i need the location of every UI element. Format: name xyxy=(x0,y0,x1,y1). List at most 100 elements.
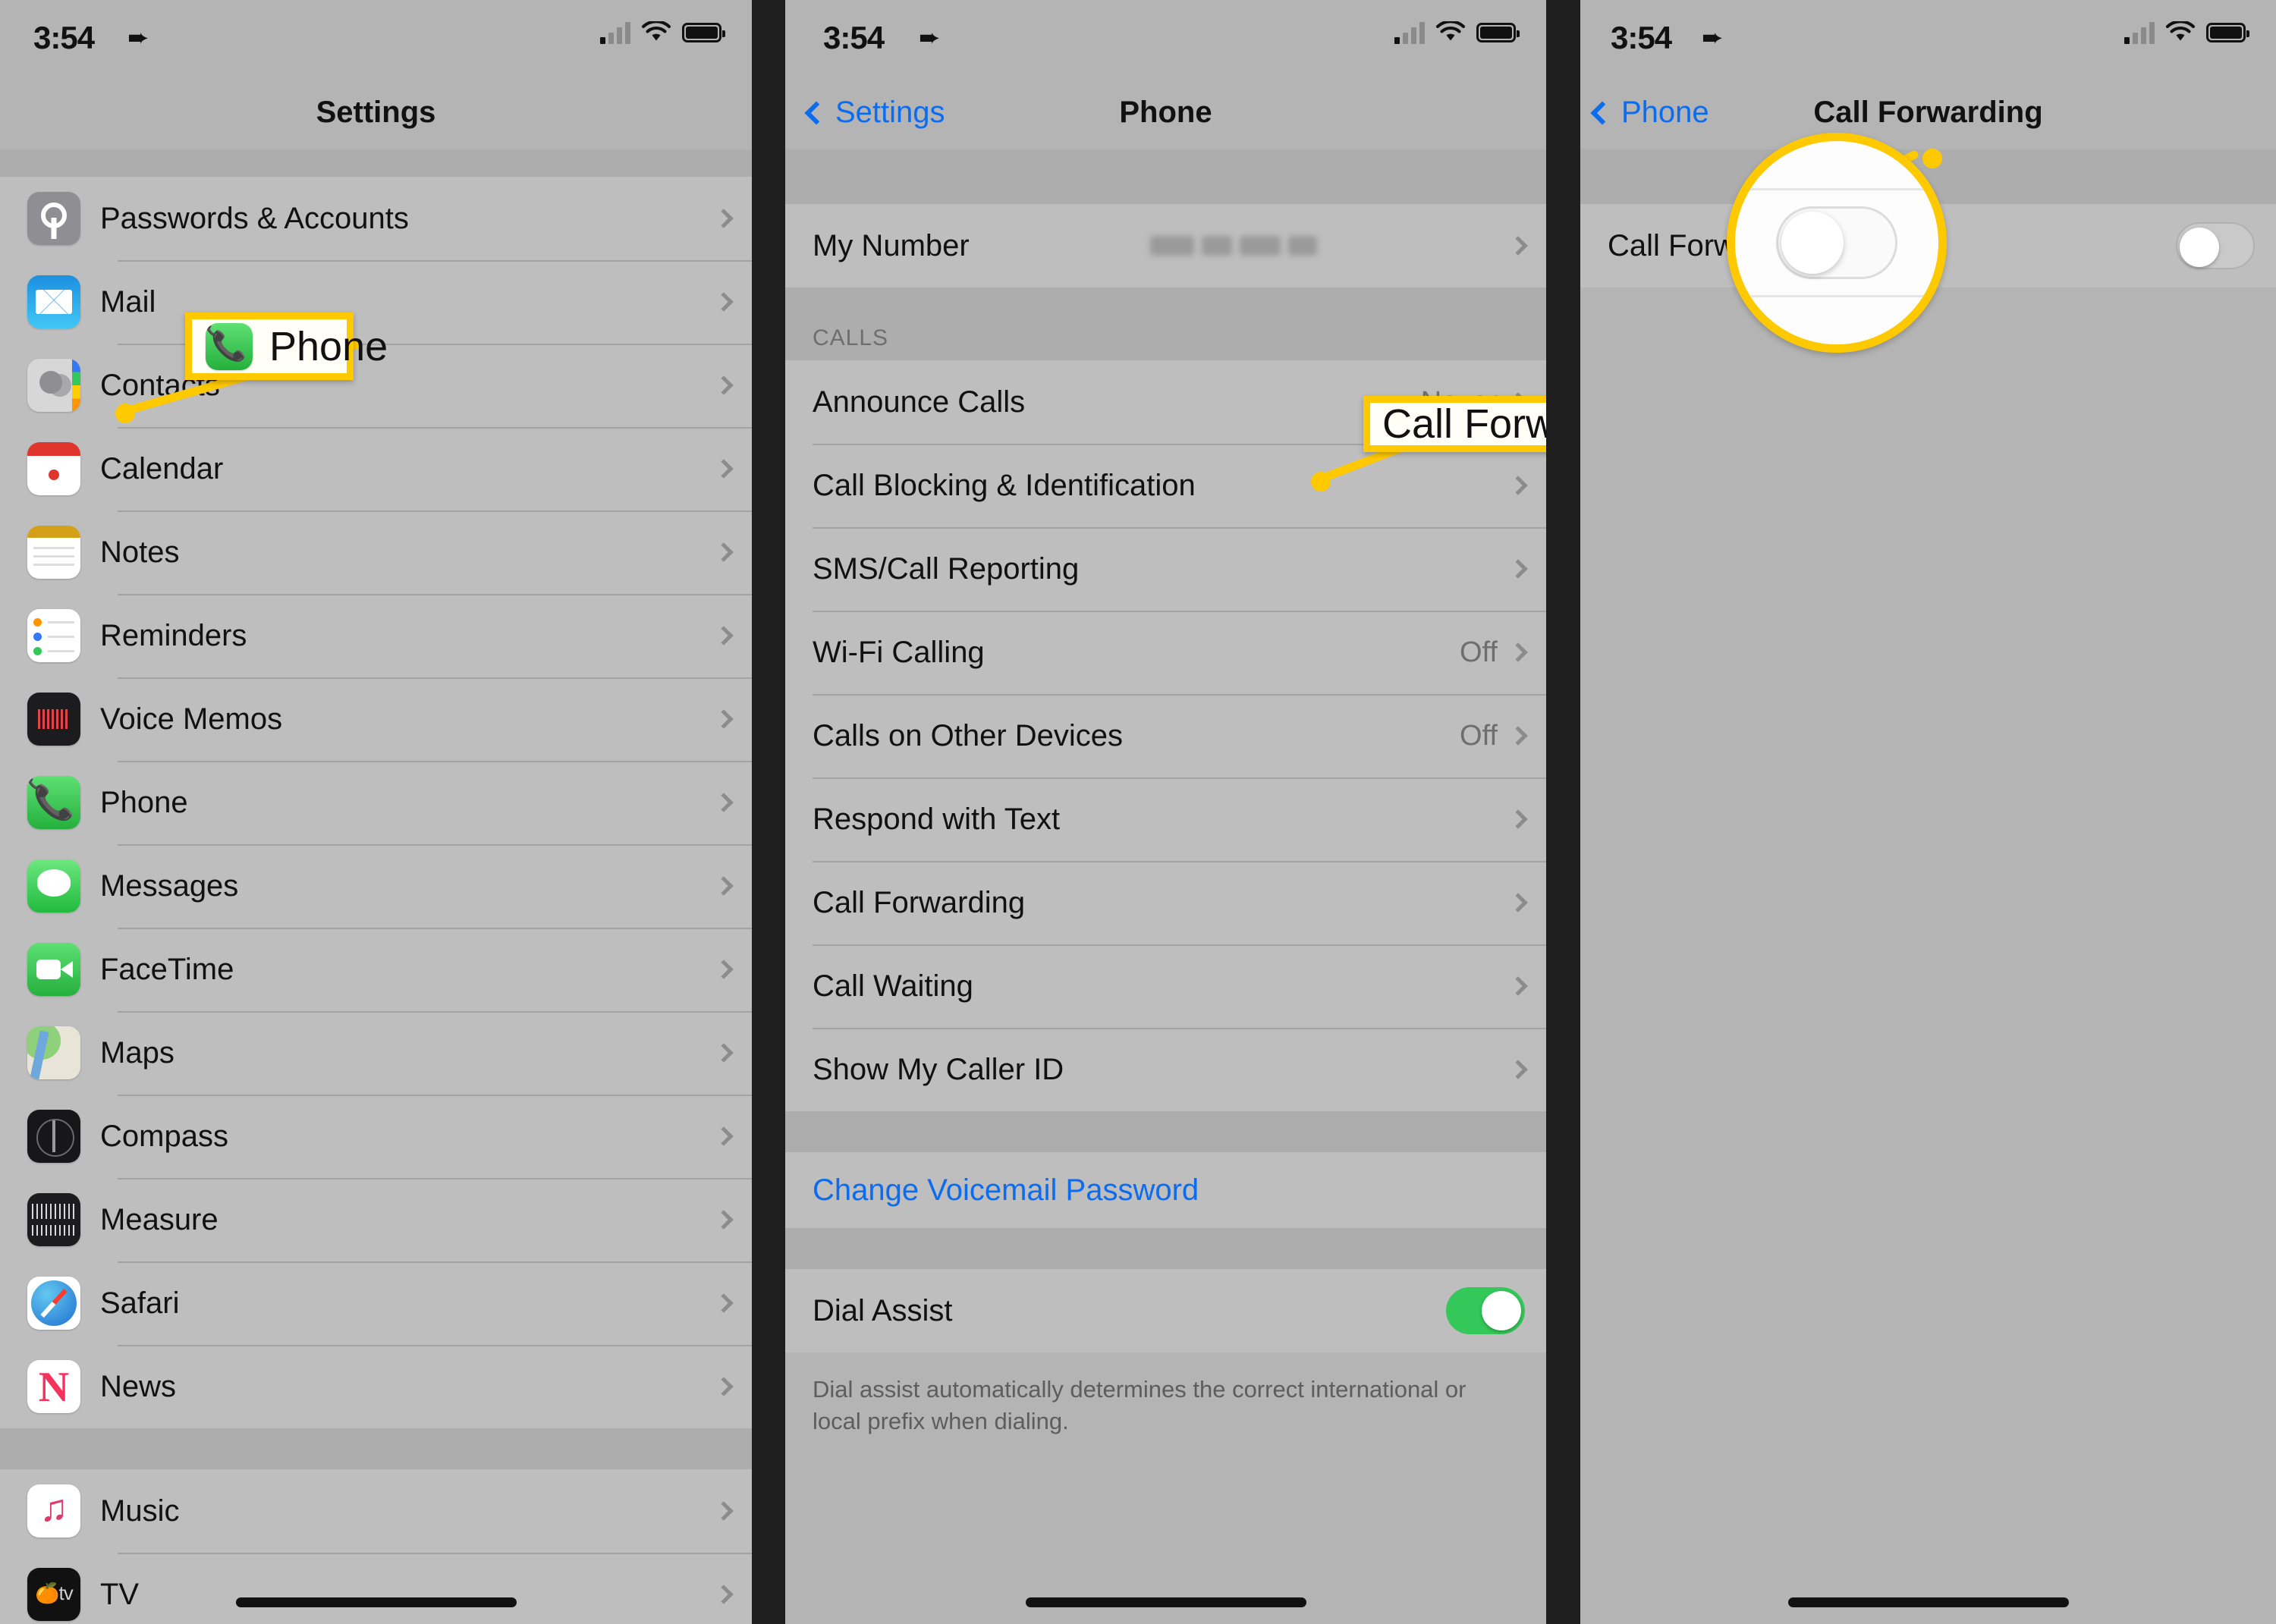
nav-bar-call-forwarding: Phone Call Forwarding xyxy=(1580,85,2276,149)
phone-screen-call-forwarding: 3:54 ➨ Phone Call Forwarding Call Forwar… xyxy=(1580,0,2276,1624)
chevron-right-icon xyxy=(714,1126,734,1146)
row-label: Respond with Text xyxy=(813,802,1061,836)
sidebar-item-music[interactable]: Music xyxy=(0,1469,752,1553)
sidebar-item-messages[interactable]: Messages xyxy=(0,844,752,928)
callout-anchor-dot xyxy=(115,404,135,423)
row-label: Call Blocking & Identification xyxy=(813,468,1196,502)
sidebar-item-compass[interactable]: Compass xyxy=(0,1095,752,1178)
notes-icon xyxy=(27,526,80,579)
sidebar-item-news[interactable]: News xyxy=(0,1345,752,1428)
sidebar-item-phone[interactable]: 📞 Phone xyxy=(0,761,752,844)
chevron-right-icon xyxy=(1508,809,1528,829)
wifi-icon xyxy=(2166,21,2195,41)
sidebar-item-voice-memos[interactable]: Voice Memos xyxy=(0,677,752,761)
row-respond-with-text[interactable]: Respond with Text xyxy=(785,777,1546,861)
row-label: SMS/Call Reporting xyxy=(813,551,1080,586)
chevron-right-icon xyxy=(714,1043,734,1063)
chevron-right-icon xyxy=(1508,726,1528,746)
sidebar-item-label: Mail xyxy=(100,284,156,319)
chevron-right-icon xyxy=(714,209,734,228)
sidebar-item-measure[interactable]: Measure xyxy=(0,1178,752,1261)
sidebar-item-reminders[interactable]: Reminders xyxy=(0,594,752,677)
row-label: Show My Caller ID xyxy=(813,1052,1064,1086)
sidebar-item-facetime[interactable]: FaceTime xyxy=(0,928,752,1011)
chevron-right-icon xyxy=(1508,893,1528,913)
dial-assist-footer-text: Dial assist automatically determines the… xyxy=(813,1376,1467,1434)
calls-group: Announce Calls Never Call Blocking & Ide… xyxy=(785,360,1546,1111)
sidebar-item-calendar[interactable]: Calendar xyxy=(0,427,752,510)
sidebar-item-label: News xyxy=(100,1369,177,1403)
section-header-calls: CALLS xyxy=(813,325,889,350)
chevron-right-icon xyxy=(1508,976,1528,996)
chevron-right-icon xyxy=(714,626,734,646)
magnified-divider-top xyxy=(1735,188,1938,190)
news-icon xyxy=(27,1360,80,1413)
row-calls-on-other-devices[interactable]: Calls on Other Devices Off xyxy=(785,694,1546,777)
list-spacer xyxy=(785,1111,1546,1152)
sidebar-item-label: Passwords & Accounts xyxy=(100,201,409,235)
sidebar-item-label: Reminders xyxy=(100,618,247,652)
cellular-signal-icon xyxy=(1394,21,1425,44)
location-arrow-icon: ➨ xyxy=(127,24,149,52)
callout-phone: 📞 Phone xyxy=(185,313,388,380)
sidebar-item-label: Calendar xyxy=(100,451,224,485)
voicemail-group: Change Voicemail Password xyxy=(785,1152,1546,1228)
row-call-forwarding[interactable]: Call Forwarding xyxy=(785,861,1546,944)
chevron-right-icon xyxy=(1508,642,1528,662)
music-icon xyxy=(27,1484,80,1538)
chevron-right-icon xyxy=(1508,476,1528,495)
sidebar-item-tv[interactable]: TV xyxy=(0,1553,752,1624)
status-time: 3:54 xyxy=(33,20,95,55)
row-sms-call-reporting[interactable]: SMS/Call Reporting xyxy=(785,527,1546,611)
list-spacer xyxy=(0,1428,752,1469)
phone-icon: 📞 xyxy=(206,322,253,370)
sidebar-item-label: Maps xyxy=(100,1035,174,1070)
row-label: Announce Calls xyxy=(813,385,1026,419)
row-show-my-caller-id[interactable]: Show My Caller ID xyxy=(785,1028,1546,1111)
battery-icon xyxy=(2206,23,2249,42)
chevron-right-icon xyxy=(1508,1060,1528,1079)
page-title: Settings xyxy=(316,96,436,129)
sidebar-item-label: Voice Memos xyxy=(100,702,283,736)
sidebar-item-maps[interactable]: Maps xyxy=(0,1011,752,1095)
row-my-number[interactable]: My Number xyxy=(785,204,1546,287)
screenshot-root: 3:54 ➨ Settings Passwords & Accounts Mai… xyxy=(0,0,2276,1624)
row-call-waiting[interactable]: Call Waiting xyxy=(785,944,1546,1028)
maps-icon xyxy=(27,1026,80,1079)
status-bar: 3:54 ➨ xyxy=(1580,0,2276,85)
dial-assist-toggle[interactable] xyxy=(1446,1287,1525,1334)
chevron-right-icon xyxy=(714,1377,734,1396)
chevron-right-icon xyxy=(714,1210,734,1230)
sidebar-item-label: Notes xyxy=(100,535,180,569)
chevron-right-icon xyxy=(1508,236,1528,256)
nav-bar-settings: Settings xyxy=(0,85,752,149)
nav-bar-phone: Settings Phone xyxy=(785,85,1546,149)
sidebar-item-notes[interactable]: Notes xyxy=(0,510,752,594)
contacts-icon xyxy=(27,359,80,412)
sidebar-item-safari[interactable]: Safari xyxy=(0,1261,752,1345)
row-dial-assist[interactable]: Dial Assist xyxy=(785,1269,1546,1352)
safari-icon xyxy=(27,1277,80,1330)
messages-icon xyxy=(27,859,80,913)
call-forwarding-toggle[interactable] xyxy=(2176,222,2255,269)
callout-label: Phone xyxy=(269,323,388,369)
row-change-voicemail-password[interactable]: Change Voicemail Password xyxy=(785,1152,1546,1228)
sidebar-item-label: Phone xyxy=(100,785,188,819)
row-wifi-calling[interactable]: Wi-Fi Calling Off xyxy=(785,611,1546,694)
mail-icon xyxy=(27,275,80,328)
row-call-blocking-identification[interactable]: Call Blocking & Identification xyxy=(785,444,1546,527)
row-label: Call Waiting xyxy=(813,969,973,1003)
callout-anchor-dot xyxy=(1922,149,1942,168)
row-value: Off xyxy=(1460,719,1498,752)
home-indicator xyxy=(1025,1597,1306,1607)
list-spacer xyxy=(785,149,1546,204)
chevron-right-icon xyxy=(714,1501,734,1521)
magnified-toggle-off[interactable] xyxy=(1776,206,1897,279)
passwords-icon xyxy=(27,192,80,245)
status-bar: 3:54 ➨ xyxy=(0,0,752,85)
chevron-right-icon xyxy=(714,292,734,312)
chevron-right-icon xyxy=(714,459,734,479)
wifi-icon xyxy=(1436,21,1465,41)
sidebar-item-passwords-accounts[interactable]: Passwords & Accounts xyxy=(0,177,752,260)
calendar-icon xyxy=(27,442,80,495)
